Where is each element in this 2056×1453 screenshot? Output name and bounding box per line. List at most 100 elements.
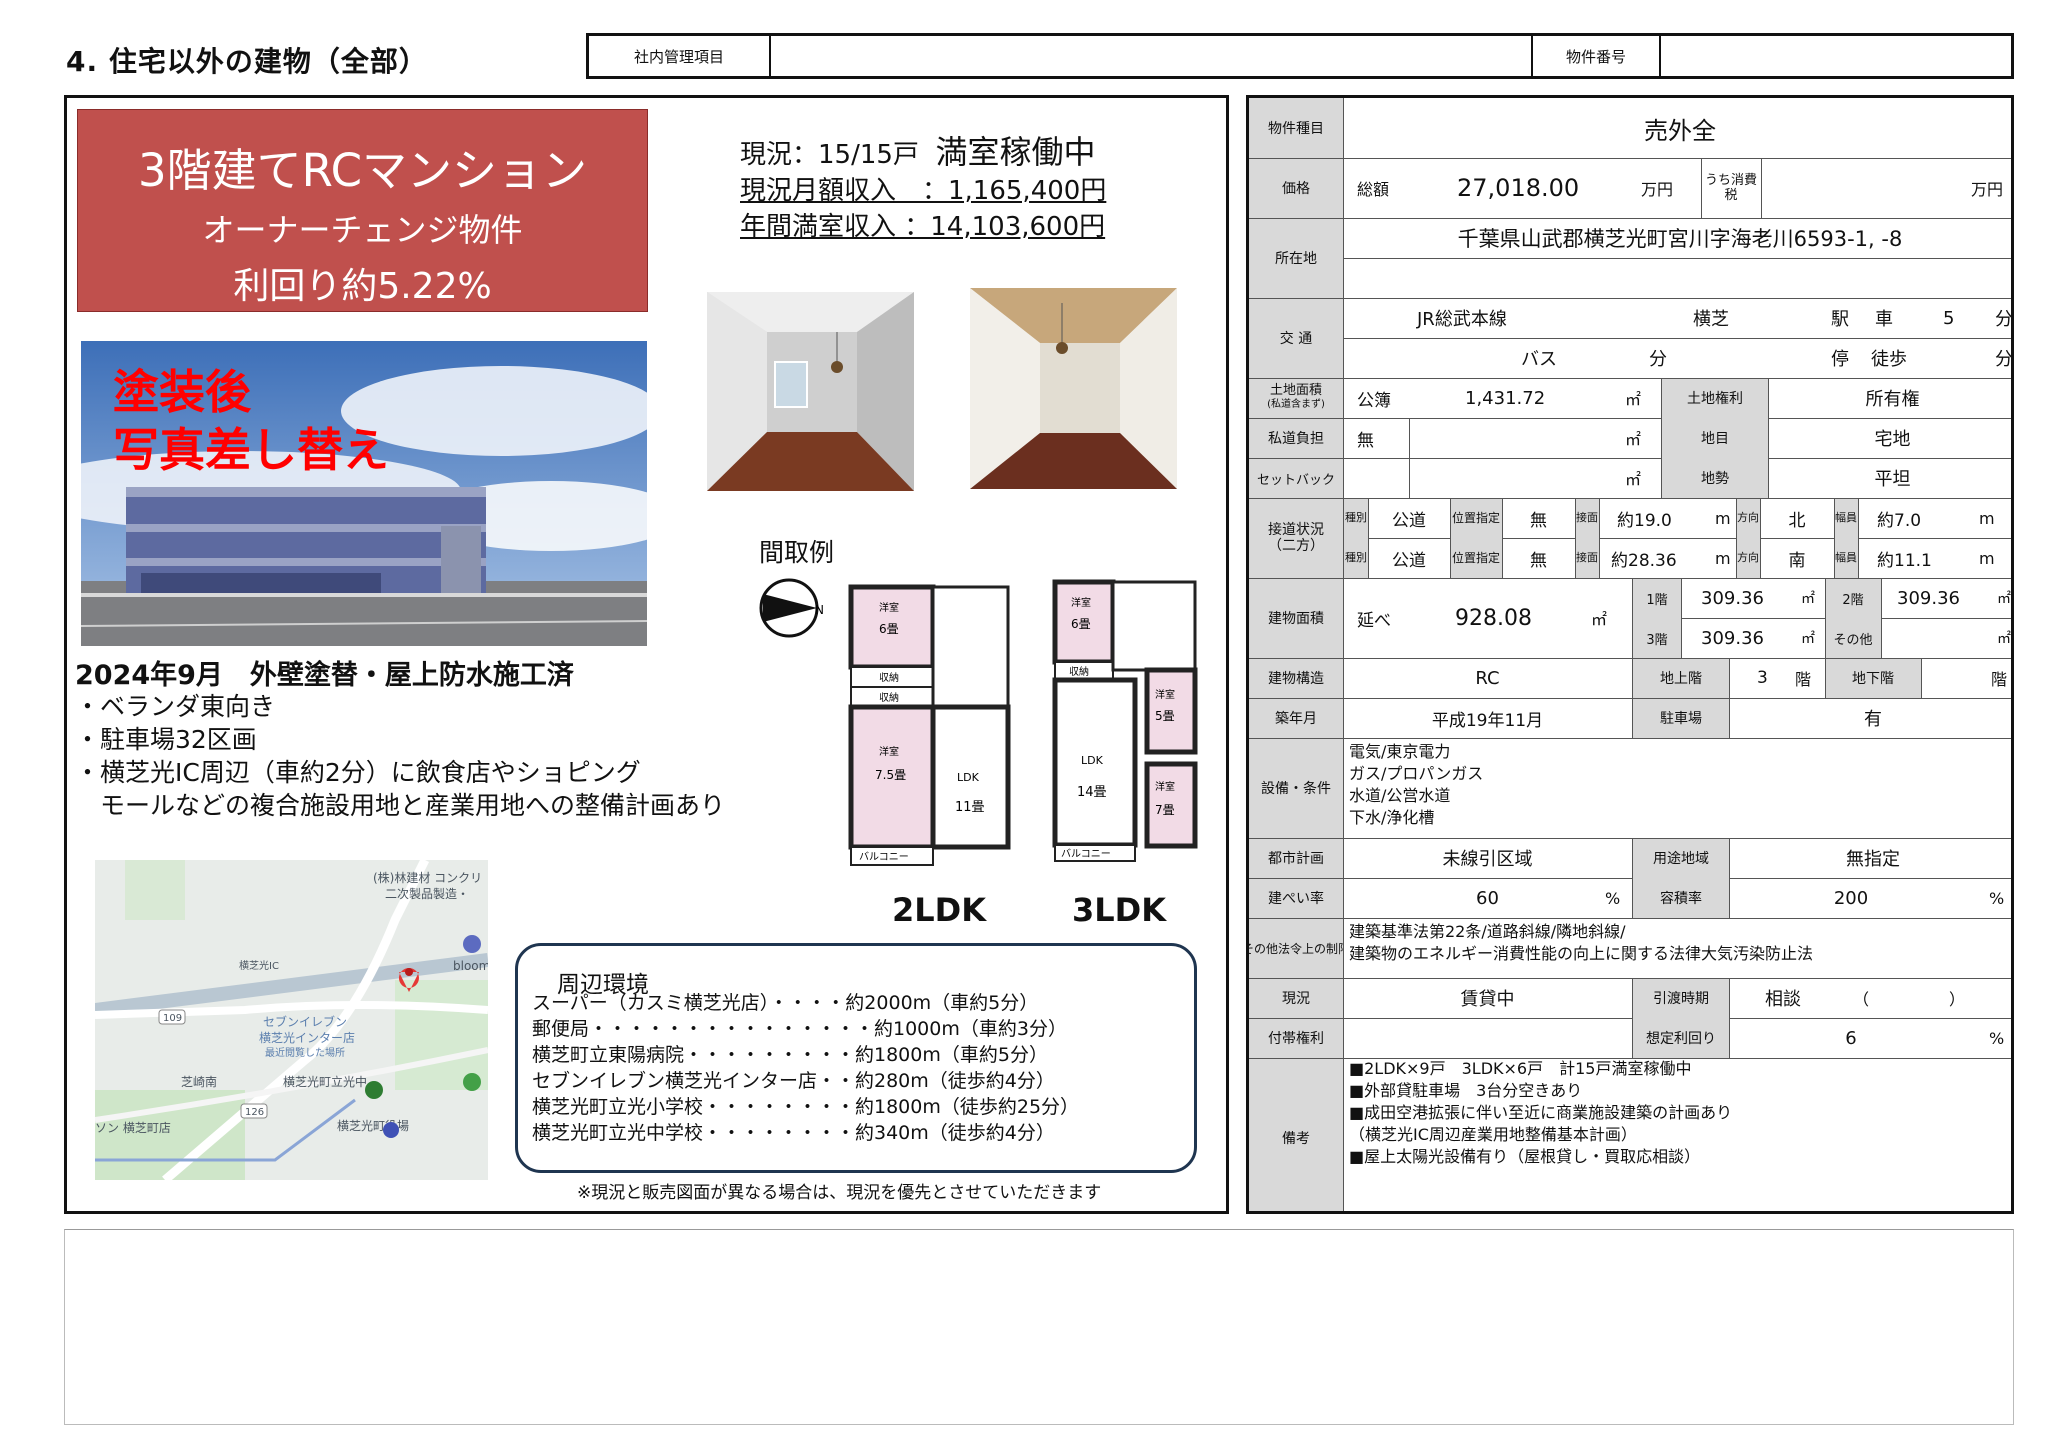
headline-line3: 利回り約5.22% bbox=[233, 266, 492, 307]
law-list: 建築基準法第22条/道路斜線/隣地斜線/ 建築物のエネルギー消費性能の向上に関す… bbox=[1349, 921, 1813, 965]
floor3-label: 3階 bbox=[1646, 632, 1668, 648]
total-label: 総額 bbox=[1357, 180, 1390, 199]
road1-width-unit: m bbox=[1979, 508, 1995, 528]
current-status-value: 賃貸中 bbox=[1460, 989, 1515, 1010]
structure-value: RC bbox=[1475, 667, 1500, 689]
road2-direction: 南 bbox=[1788, 550, 1806, 571]
far-value: 200 bbox=[1833, 887, 1869, 909]
surroundings-item: 郵便局・・・・・・・・・・・・・・・約1000m（車約3分） bbox=[532, 1018, 1067, 1040]
parking-value: 有 bbox=[1864, 709, 1882, 730]
internal-value[interactable] bbox=[771, 36, 1533, 76]
floor2-unit: ㎡ bbox=[1997, 591, 2011, 607]
city-plan-label: 都市計画 bbox=[1268, 851, 1324, 867]
headline-line1: 3階建てRCマンション bbox=[137, 144, 588, 197]
feature-list: ・ベランダ東向き ・駐車場32区画 ・横芝光IC周辺（車約2分）に飲食店やショピ… bbox=[75, 690, 725, 822]
other-floor-unit: ㎡ bbox=[1997, 631, 2011, 647]
bus-minutes-unit: 分 bbox=[1649, 349, 1667, 370]
private-road-unit: ㎡ bbox=[1625, 430, 1642, 449]
setback-label: セットバック bbox=[1256, 472, 1335, 488]
map-label: 126 bbox=[245, 1107, 264, 1118]
road-access-label: 接道状況 bbox=[1268, 522, 1324, 538]
map-label: 横芝光町立光中 bbox=[283, 1074, 367, 1089]
area-map[interactable]: (株)林建材 コンクリ 二次製品製造・ 横芝光IC bloom セブンイレブン … bbox=[95, 860, 488, 1180]
yield-label: 想定利回り bbox=[1646, 1031, 1716, 1047]
plan1-room-label: 7.5畳 bbox=[875, 768, 906, 782]
road1-shitei: 無 bbox=[1530, 510, 1547, 531]
setback-unit: ㎡ bbox=[1625, 470, 1642, 489]
land-right-value: 所有権 bbox=[1865, 389, 1920, 410]
plan2-room-label: 収納 bbox=[1069, 665, 1089, 678]
equipment-item: 下水/浄化槽 bbox=[1349, 808, 1435, 827]
bus-stop-label: 停 bbox=[1831, 349, 1849, 370]
traffic-label: 交 通 bbox=[1279, 331, 1313, 347]
remarks-item: （横芝光IC周辺産業用地整備基本計画） bbox=[1349, 1125, 1637, 1144]
road2-width-label: 幅員 bbox=[1835, 551, 1857, 564]
renovation-note: 2024年9月 外壁塗替・屋上防水施工済 bbox=[75, 660, 574, 691]
equipment-item: 水道/公営水道 bbox=[1349, 786, 1451, 805]
road1-kind-label: 種別 bbox=[1345, 511, 1367, 524]
headline-box: 3階建てRCマンション オーナーチェンジ物件 利回り約5.22% bbox=[77, 109, 648, 312]
handover-value: 相談 bbox=[1765, 989, 1801, 1010]
document-title: 4. 住宅以外の建物（全部） bbox=[66, 45, 428, 78]
property-overview-panel: 3階建てRCマンション オーナーチェンジ物件 利回り約5.22% 現況：15/1… bbox=[64, 95, 1229, 1214]
bus-label: バス bbox=[1521, 349, 1557, 370]
blank-footer-area bbox=[64, 1229, 2014, 1425]
plan-2ldk-label: 2LDK bbox=[892, 891, 987, 929]
car-minutes: 5 bbox=[1943, 307, 1955, 329]
road1-dir-label: 方向 bbox=[1737, 511, 1759, 524]
remarks-label: 備考 bbox=[1282, 1130, 1310, 1147]
road2-ichi-label: 位置指定 bbox=[1451, 550, 1500, 565]
map-label: 二次製品製造・ bbox=[385, 887, 469, 901]
price-label: 価格 bbox=[1282, 181, 1310, 197]
yield-value: 6 bbox=[1845, 1027, 1857, 1049]
disclaimer-note: ※現況と販売図面が異なる場合は、現況を優先とさせていただきます bbox=[577, 1183, 1102, 1203]
building-photo: 塗装後 写真差し替え bbox=[81, 341, 647, 646]
minutes-unit: 分 bbox=[1995, 309, 2013, 330]
far-label: 容積率 bbox=[1660, 891, 1702, 907]
structure-label: 建物構造 bbox=[1268, 671, 1324, 687]
road1-kind: 公道 bbox=[1392, 510, 1426, 531]
management-header: 社内管理項目 物件番号 bbox=[586, 33, 2014, 79]
overlay-text-1: 塗装後 bbox=[113, 365, 251, 419]
use-zone-value: 無指定 bbox=[1846, 849, 1900, 870]
room-photo-1 bbox=[707, 292, 914, 491]
occupancy-big: 満室稼働中 bbox=[935, 133, 1096, 171]
land-area-sublabel: (私道含まず) bbox=[1267, 399, 1325, 410]
floor1-area: 309.36 bbox=[1701, 587, 1764, 609]
address-label: 所在地 bbox=[1275, 251, 1317, 267]
property-no-value[interactable] bbox=[1661, 36, 2011, 76]
map-label: 芝崎南 bbox=[181, 1074, 217, 1089]
walk-minutes-unit: 分 bbox=[1995, 349, 2013, 370]
plan1-room-label: 洋室 bbox=[879, 601, 899, 614]
overlay-text-2: 写真差し替え bbox=[113, 423, 389, 477]
income-summary: 現況：15/15戸 満室稼働中 現況月額収入 ：1,165,400円 年間満室収… bbox=[740, 134, 1106, 245]
yield-unit: % bbox=[1989, 1028, 2005, 1048]
below-ground-label: 地下階 bbox=[1852, 671, 1894, 687]
city-plan-value: 未線引区域 bbox=[1442, 849, 1533, 870]
below-ground-unit: 階 bbox=[1991, 670, 2008, 689]
surroundings-item: 横芝光町立光小学校・・・・・・・・約1800m（徒歩約25分） bbox=[532, 1096, 1080, 1118]
surroundings-list: スーパー（カスミ横芝光店）・・・・約2000m（車約5分） 郵便局・・・・・・・… bbox=[532, 990, 1079, 1146]
tax-label: うち消費税 bbox=[1704, 173, 1757, 203]
floor3-area: 309.36 bbox=[1701, 627, 1764, 649]
road1-ichi-label: 位置指定 bbox=[1451, 510, 1500, 525]
above-ground-value: 3 bbox=[1757, 668, 1768, 688]
road1-width-label: 幅員 bbox=[1835, 511, 1857, 524]
road1-frontage: 約19.0 bbox=[1617, 510, 1672, 531]
internal-label: 社内管理項目 bbox=[589, 36, 771, 76]
total-floor-area-unit: ㎡ bbox=[1591, 610, 1608, 629]
plan1-room-label: 収納 bbox=[879, 671, 899, 684]
map-label: bloom bbox=[453, 959, 488, 973]
road2-frontage: 約28.36 bbox=[1611, 550, 1677, 571]
land-area-value: 1,431.72 bbox=[1465, 387, 1546, 409]
plan2-room-label: 5畳 bbox=[1155, 709, 1175, 723]
parking-label: 駐車場 bbox=[1660, 711, 1702, 727]
plan1-room-label: 6畳 bbox=[879, 622, 899, 636]
equipment-list: 電気/東京電力 ガス/プロパンガス 水道/公営水道 下水/浄化槽 bbox=[1349, 741, 1483, 829]
other-floor-label: その他 bbox=[1833, 632, 1873, 648]
road1-frontage-unit: m bbox=[1715, 508, 1731, 528]
floor1-unit: ㎡ bbox=[1801, 591, 1815, 607]
feature-item: モールなどの複合施設用地と産業用地への整備計画あり bbox=[75, 791, 726, 820]
floorplan-2ldk: 洋室 6畳 収納 収納 洋室 7.5畳 LDK 11畳 バルコニー bbox=[847, 579, 1014, 871]
coverage-unit: % bbox=[1605, 888, 1621, 908]
